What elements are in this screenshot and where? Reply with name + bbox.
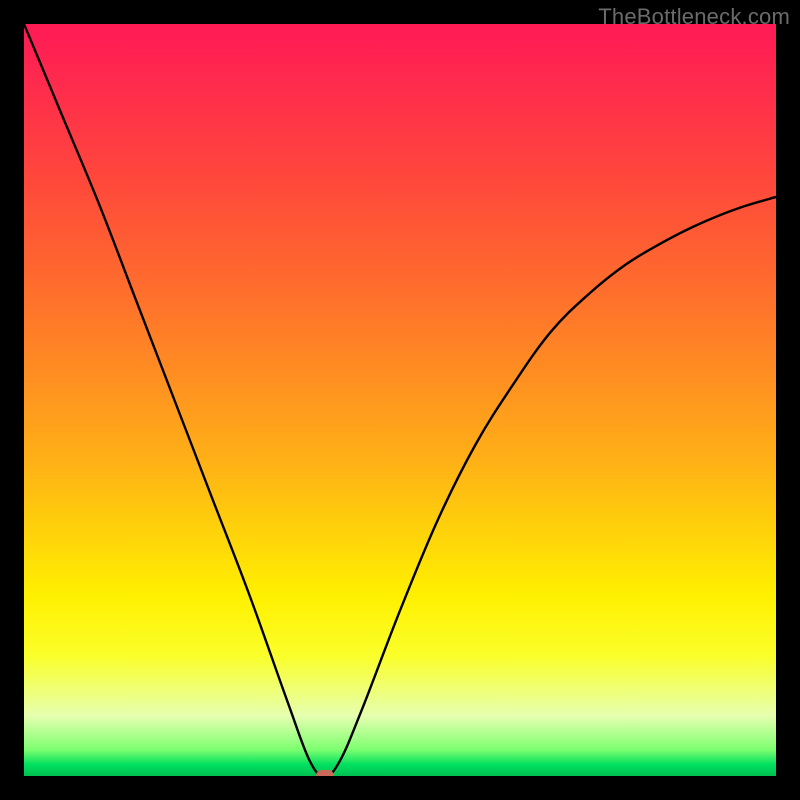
bottleneck-curve bbox=[24, 24, 776, 776]
optimal-point-marker bbox=[316, 770, 334, 776]
watermark-text: TheBottleneck.com bbox=[598, 4, 790, 30]
plot-area bbox=[24, 24, 776, 776]
chart-frame: TheBottleneck.com bbox=[0, 0, 800, 800]
